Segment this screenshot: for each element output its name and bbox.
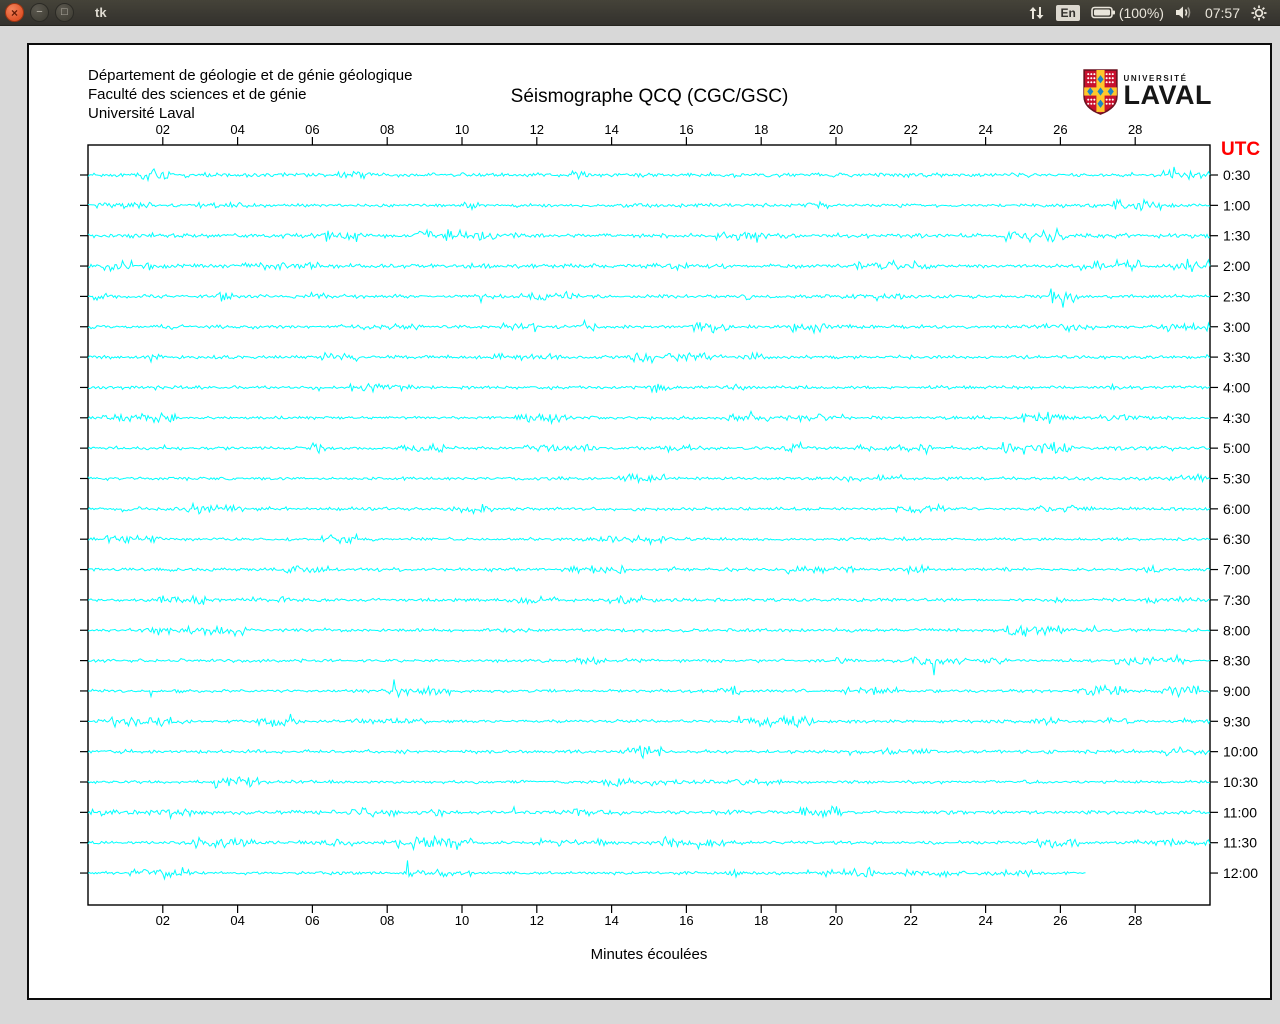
x-tick-label-bottom: 08: [380, 913, 394, 928]
utc-row-label: 12:00: [1223, 865, 1258, 881]
x-tick-label-top: 14: [604, 122, 618, 137]
minimize-button[interactable]: −: [30, 3, 49, 22]
seismogram-trace: [88, 289, 1210, 308]
x-tick-label-top: 20: [829, 122, 843, 137]
utc-row-label: 5:30: [1223, 471, 1250, 487]
seismogram-trace: [88, 534, 1210, 544]
utc-row-label: 0:30: [1223, 167, 1250, 183]
volume-icon[interactable]: [1175, 5, 1194, 20]
x-tick-label-top: 02: [156, 122, 170, 137]
x-tick-label-top: 16: [679, 122, 693, 137]
utc-row-label: 2:30: [1223, 288, 1250, 304]
utc-row-label: 4:00: [1223, 379, 1250, 395]
window-title: tk: [95, 5, 107, 20]
utc-row-label: 7:00: [1223, 562, 1250, 578]
utc-row-label: 11:00: [1223, 804, 1257, 820]
seismogram-trace: [88, 442, 1210, 455]
battery-percentage[interactable]: (100%): [1119, 5, 1164, 21]
x-tick-label-top: 26: [1053, 122, 1067, 137]
keyboard-layout-indicator[interactable]: En: [1056, 5, 1079, 21]
utc-row-label: 3:30: [1223, 349, 1250, 365]
seismogram-trace: [88, 474, 1210, 482]
seismogram-trace: [88, 200, 1210, 211]
maximize-button[interactable]: □: [55, 3, 74, 22]
seismogram-trace: [88, 714, 1210, 727]
utc-row-label: 7:30: [1223, 592, 1250, 608]
seismogram-trace: [88, 860, 1086, 879]
x-tick-label-bottom: 14: [604, 913, 618, 928]
seismogram-trace: [88, 655, 1210, 675]
seismogram-trace: [88, 353, 1210, 363]
seismogram-trace: [88, 384, 1210, 393]
utc-row-label: 4:30: [1223, 410, 1250, 426]
x-tick-label-bottom: 10: [455, 913, 469, 928]
utc-row-label: 5:00: [1223, 440, 1250, 456]
utc-row-label: 3:00: [1223, 319, 1250, 335]
x-tick-label-bottom: 26: [1053, 913, 1067, 928]
utc-row-label: 10:30: [1223, 774, 1258, 790]
x-tick-label-bottom: 06: [305, 913, 319, 928]
clock[interactable]: 07:57: [1205, 5, 1240, 21]
window-controls: × − □: [0, 3, 74, 22]
seismograph-chart: 02 02 04 04 06 06 08 08 10 10 12 12 14 14 16 16 18 18 20 20…: [29, 45, 1270, 998]
seismogram-trace: [88, 836, 1210, 849]
seismogram-trace: [88, 806, 1210, 818]
x-tick-label-bottom: 22: [904, 913, 918, 928]
x-tick-label-bottom: 16: [679, 913, 693, 928]
utc-row-label: 10:00: [1223, 744, 1258, 760]
seismogram-trace: [88, 320, 1210, 333]
utc-row-label: 1:00: [1223, 197, 1250, 213]
gear-icon[interactable]: [1251, 5, 1267, 21]
utc-row-label: 8:00: [1223, 622, 1250, 638]
x-tick-label-top: 22: [904, 122, 918, 137]
utc-row-label: 2:00: [1223, 258, 1250, 274]
utc-row-label: 1:30: [1223, 228, 1250, 244]
network-updown-arrows-icon[interactable]: [1028, 5, 1045, 21]
system-tray: En (100%) 07:57: [1028, 5, 1280, 21]
x-tick-label-bottom: 20: [829, 913, 843, 928]
x-axis-label: Minutes écoulées: [591, 946, 708, 963]
x-tick-label-top: 28: [1128, 122, 1142, 137]
x-tick-label-bottom: 24: [978, 913, 992, 928]
seismogram-trace: [88, 679, 1210, 697]
seismogram-trace: [88, 411, 1210, 423]
seismogram-trace: [88, 777, 1210, 788]
x-tick-label-bottom: 04: [230, 913, 244, 928]
seismogram-trace: [88, 504, 1210, 514]
utc-row-label: 6:00: [1223, 501, 1250, 517]
x-tick-label-top: 04: [230, 122, 244, 137]
x-tick-label-top: 06: [305, 122, 319, 137]
app-window: Département de géologie et de génie géol…: [27, 43, 1272, 1000]
utc-row-label: 9:00: [1223, 683, 1250, 699]
x-tick-label-top: 10: [455, 122, 469, 137]
seismogram-trace: [88, 167, 1210, 180]
x-tick-label-bottom: 28: [1128, 913, 1142, 928]
utc-row-label: 11:30: [1223, 835, 1257, 851]
utc-row-label: 8:30: [1223, 653, 1250, 669]
x-tick-label-top: 12: [530, 122, 544, 137]
top-panel: × − □ tk En (100%): [0, 0, 1280, 26]
seismogram-trace: [88, 565, 1210, 574]
close-button[interactable]: ×: [5, 3, 24, 22]
x-tick-label-bottom: 02: [156, 913, 170, 928]
seismogram-trace: [88, 259, 1210, 272]
seismogram-trace: [88, 229, 1210, 243]
utc-row-label: 9:30: [1223, 713, 1250, 729]
seismogram-trace: [88, 626, 1210, 637]
x-tick-label-top: 08: [380, 122, 394, 137]
x-tick-label-bottom: 12: [530, 913, 544, 928]
plot-frame: [88, 145, 1210, 905]
utc-axis-title: UTC: [1221, 139, 1260, 160]
seismogram-trace: [88, 746, 1210, 758]
x-tick-label-top: 18: [754, 122, 768, 137]
seismogram-trace: [88, 596, 1210, 605]
utc-row-label: 6:30: [1223, 531, 1250, 547]
battery-icon[interactable]: [1091, 6, 1116, 19]
x-tick-label-bottom: 18: [754, 913, 768, 928]
x-tick-label-top: 24: [978, 122, 992, 137]
